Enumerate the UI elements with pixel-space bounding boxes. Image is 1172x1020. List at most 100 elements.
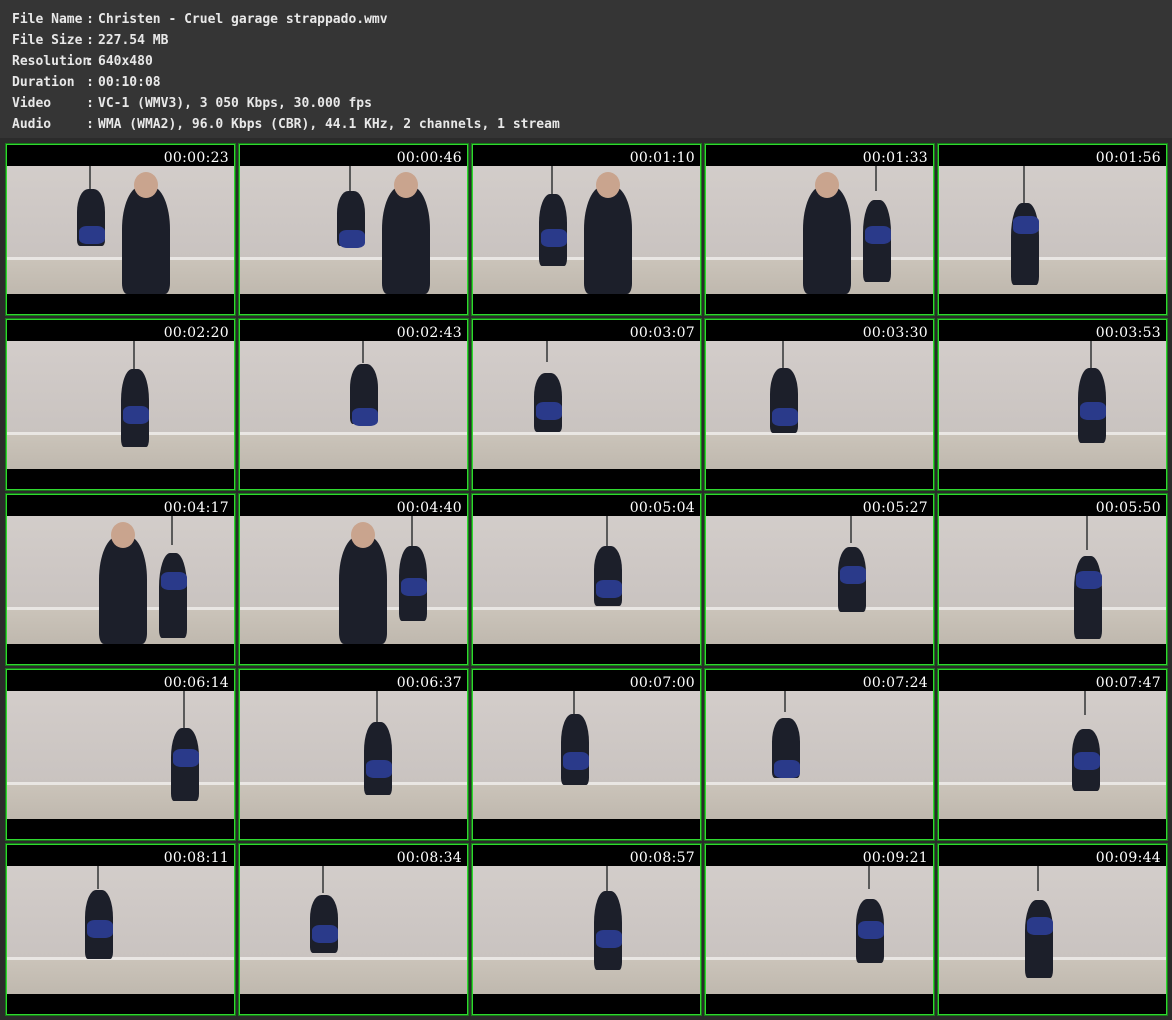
file-info-header: File Name: Christen - Cruel garage strapp… bbox=[0, 0, 1172, 138]
info-row: File Name: Christen - Cruel garage strapp… bbox=[0, 9, 1172, 30]
timestamp-label: 00:08:11 bbox=[163, 850, 229, 866]
timestamp-label: 00:03:30 bbox=[862, 325, 928, 341]
info-value: 640x480 bbox=[98, 54, 153, 69]
info-label: Video bbox=[12, 96, 52, 111]
thumbnail-frame: 00:05:27 bbox=[704, 493, 935, 666]
video-frame-image bbox=[706, 691, 933, 819]
thumbnail-frame: 00:09:44 bbox=[937, 843, 1168, 1016]
info-row: Audio: WMA (WMA2), 96.0 Kbps (CBR), 44.1 … bbox=[0, 114, 1172, 135]
video-frame-image bbox=[473, 516, 700, 644]
info-label: File Name bbox=[12, 12, 83, 27]
timestamp-label: 00:04:17 bbox=[163, 500, 229, 516]
timestamp-label: 00:03:53 bbox=[1095, 325, 1161, 341]
timestamp-label: 00:01:10 bbox=[629, 150, 695, 166]
video-frame-image bbox=[7, 866, 234, 994]
thumbnail-frame: 00:05:04 bbox=[471, 493, 702, 666]
thumbnail-frame: 00:08:34 bbox=[238, 843, 469, 1016]
video-frame-image bbox=[7, 691, 234, 819]
info-colon: : bbox=[86, 117, 94, 132]
thumbnail-frame: 00:04:17 bbox=[5, 493, 236, 666]
info-label: Resolution bbox=[12, 54, 91, 69]
video-frame-image bbox=[473, 691, 700, 819]
video-frame-image bbox=[939, 341, 1166, 469]
timestamp-label: 00:08:34 bbox=[396, 850, 462, 866]
video-frame-image bbox=[706, 516, 933, 644]
info-label: File Size bbox=[12, 33, 83, 48]
timestamp-label: 00:02:20 bbox=[163, 325, 229, 341]
video-frame-image bbox=[939, 516, 1166, 644]
timestamp-label: 00:08:57 bbox=[629, 850, 695, 866]
info-colon: : bbox=[86, 12, 94, 27]
info-label: Duration bbox=[12, 75, 75, 90]
video-frame-image bbox=[240, 866, 467, 994]
thumbnail-frame: 00:01:33 bbox=[704, 143, 935, 316]
info-row: Video: VC-1 (WMV3), 3 050 Kbps, 30.000 fp… bbox=[0, 93, 1172, 114]
timestamp-label: 00:06:14 bbox=[163, 675, 229, 691]
video-frame-image bbox=[7, 166, 234, 294]
thumbnail-grid: 00:00:23 00:00:46 00:01:10 00:01:33 00:01:56… bbox=[0, 138, 1172, 1020]
info-value: 00:10:08 bbox=[98, 75, 161, 90]
timestamp-label: 00:05:50 bbox=[1095, 500, 1161, 516]
thumbnail-frame: 00:08:57 bbox=[471, 843, 702, 1016]
video-frame-image bbox=[473, 341, 700, 469]
timestamp-label: 00:01:33 bbox=[862, 150, 928, 166]
info-colon: : bbox=[86, 75, 94, 90]
timestamp-label: 00:07:47 bbox=[1095, 675, 1161, 691]
timestamp-label: 00:01:56 bbox=[1095, 150, 1161, 166]
info-colon: : bbox=[86, 96, 94, 111]
timestamp-label: 00:06:37 bbox=[396, 675, 462, 691]
info-row: Resolution:640x480 bbox=[0, 51, 1172, 72]
thumbnail-frame: 00:06:14 bbox=[5, 668, 236, 841]
thumbnail-frame: 00:03:53 bbox=[937, 318, 1168, 491]
thumbnail-frame: 00:01:10 bbox=[471, 143, 702, 316]
timestamp-label: 00:04:40 bbox=[396, 500, 462, 516]
video-frame-image bbox=[706, 166, 933, 294]
thumbnail-frame: 00:06:37 bbox=[238, 668, 469, 841]
thumbnail-frame: 00:02:43 bbox=[238, 318, 469, 491]
video-frame-image bbox=[240, 166, 467, 294]
timestamp-label: 00:07:00 bbox=[629, 675, 695, 691]
thumbnail-frame: 00:03:07 bbox=[471, 318, 702, 491]
video-frame-image bbox=[473, 166, 700, 294]
thumbnail-frame: 00:01:56 bbox=[937, 143, 1168, 316]
video-frame-image bbox=[240, 516, 467, 644]
video-frame-image bbox=[706, 866, 933, 994]
thumbnail-frame: 00:07:00 bbox=[471, 668, 702, 841]
info-colon: : bbox=[86, 33, 94, 48]
info-value: Christen - Cruel garage strappado.wmv bbox=[98, 12, 388, 27]
timestamp-label: 00:07:24 bbox=[862, 675, 928, 691]
thumbnail-frame: 00:07:47 bbox=[937, 668, 1168, 841]
thumbnail-frame: 00:05:50 bbox=[937, 493, 1168, 666]
info-row: Duration:00:10:08 bbox=[0, 72, 1172, 93]
timestamp-label: 00:00:23 bbox=[163, 150, 229, 166]
thumbnail-frame: 00:00:23 bbox=[5, 143, 236, 316]
info-label: Audio bbox=[12, 117, 52, 132]
info-value: 227.54 MB bbox=[98, 33, 169, 48]
video-frame-image bbox=[939, 166, 1166, 294]
timestamp-label: 00:02:43 bbox=[396, 325, 462, 341]
info-colon: : bbox=[86, 54, 94, 69]
timestamp-label: 00:00:46 bbox=[396, 150, 462, 166]
file-info-rows: File Name: Christen - Cruel garage strapp… bbox=[0, 9, 1172, 135]
timestamp-label: 00:09:44 bbox=[1095, 850, 1161, 866]
thumbnail-frame: 00:02:20 bbox=[5, 318, 236, 491]
video-frame-image bbox=[939, 691, 1166, 819]
video-frame-image bbox=[473, 866, 700, 994]
info-row: File Size:227.54 MB bbox=[0, 30, 1172, 51]
timestamp-label: 00:03:07 bbox=[629, 325, 695, 341]
timestamp-label: 00:05:04 bbox=[629, 500, 695, 516]
thumbnail-frame: 00:00:46 bbox=[238, 143, 469, 316]
video-frame-image bbox=[240, 341, 467, 469]
timestamp-label: 00:05:27 bbox=[862, 500, 928, 516]
video-frame-image bbox=[7, 341, 234, 469]
video-frame-image bbox=[240, 691, 467, 819]
timestamp-label: 00:09:21 bbox=[862, 850, 928, 866]
thumbnail-frame: 00:04:40 bbox=[238, 493, 469, 666]
info-value: VC-1 (WMV3), 3 050 Kbps, 30.000 fps bbox=[98, 96, 372, 111]
thumbnail-frame: 00:08:11 bbox=[5, 843, 236, 1016]
video-frame-image bbox=[7, 516, 234, 644]
thumbnail-frame: 00:03:30 bbox=[704, 318, 935, 491]
thumbnail-frame: 00:09:21 bbox=[704, 843, 935, 1016]
video-frame-image bbox=[939, 866, 1166, 994]
video-frame-image bbox=[706, 341, 933, 469]
